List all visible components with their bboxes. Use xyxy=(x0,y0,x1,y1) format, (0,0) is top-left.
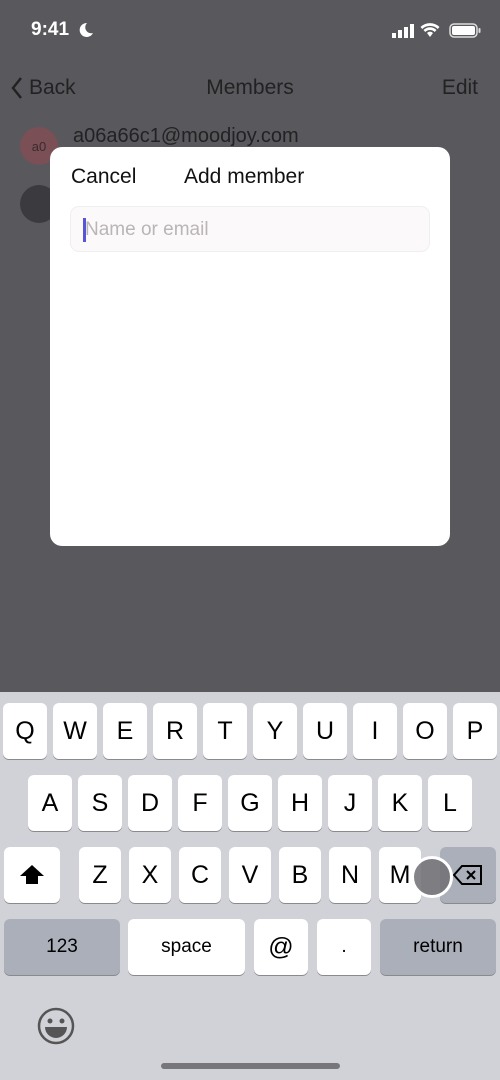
key-n[interactable]: N xyxy=(329,847,371,903)
cancel-button[interactable]: Cancel xyxy=(71,165,136,189)
key-p[interactable]: P xyxy=(453,703,497,759)
chevron-left-icon xyxy=(11,77,22,99)
key-l[interactable]: L xyxy=(428,775,472,831)
key-j[interactable]: J xyxy=(328,775,372,831)
touch-indicator xyxy=(411,856,453,898)
battery-icon xyxy=(449,23,481,38)
key-o[interactable]: O xyxy=(403,703,447,759)
key-d[interactable]: D xyxy=(128,775,172,831)
key-w[interactable]: W xyxy=(53,703,97,759)
name-or-email-input[interactable]: Name or email xyxy=(70,206,430,252)
status-time: 9:41 xyxy=(31,19,70,40)
back-button[interactable]: Back xyxy=(9,76,76,100)
numbers-key[interactable]: 123 xyxy=(4,919,120,975)
key-y[interactable]: Y xyxy=(253,703,297,759)
key-x[interactable]: X xyxy=(129,847,171,903)
key-e[interactable]: E xyxy=(103,703,147,759)
key-q[interactable]: Q xyxy=(3,703,47,759)
key-s[interactable]: S xyxy=(78,775,122,831)
key-z[interactable]: Z xyxy=(79,847,121,903)
key-g[interactable]: G xyxy=(228,775,272,831)
key-v[interactable]: V xyxy=(229,847,271,903)
emoji-icon[interactable] xyxy=(37,1007,75,1045)
space-key[interactable]: space xyxy=(128,919,245,975)
dialog-title: Add member xyxy=(184,165,305,188)
back-label: Back xyxy=(29,76,76,99)
input-placeholder: Name or email xyxy=(85,219,209,240)
key-f[interactable]: F xyxy=(178,775,222,831)
dot-key[interactable]: . xyxy=(317,919,371,975)
key-k[interactable]: K xyxy=(378,775,422,831)
key-c[interactable]: C xyxy=(179,847,221,903)
shift-icon xyxy=(20,865,44,884)
key-h[interactable]: H xyxy=(278,775,322,831)
moon-icon xyxy=(79,22,93,37)
key-r[interactable]: R xyxy=(153,703,197,759)
shift-key[interactable] xyxy=(4,847,60,903)
home-indicator xyxy=(161,1063,340,1069)
edit-button[interactable]: Edit xyxy=(442,76,478,100)
key-a[interactable]: A xyxy=(28,775,72,831)
delete-icon xyxy=(453,865,482,885)
key-t[interactable]: T xyxy=(203,703,247,759)
signal-icon xyxy=(392,24,414,38)
key-i[interactable]: I xyxy=(353,703,397,759)
key-b[interactable]: B xyxy=(279,847,321,903)
add-member-dialog: Cancel Add member Name or email xyxy=(50,147,450,546)
return-key[interactable]: return xyxy=(380,919,496,975)
at-key[interactable]: @ xyxy=(254,919,308,975)
member-email[interactable]: a06a66c1@moodjoy.com xyxy=(73,125,299,148)
key-u[interactable]: U xyxy=(303,703,347,759)
wifi-icon xyxy=(420,23,440,37)
